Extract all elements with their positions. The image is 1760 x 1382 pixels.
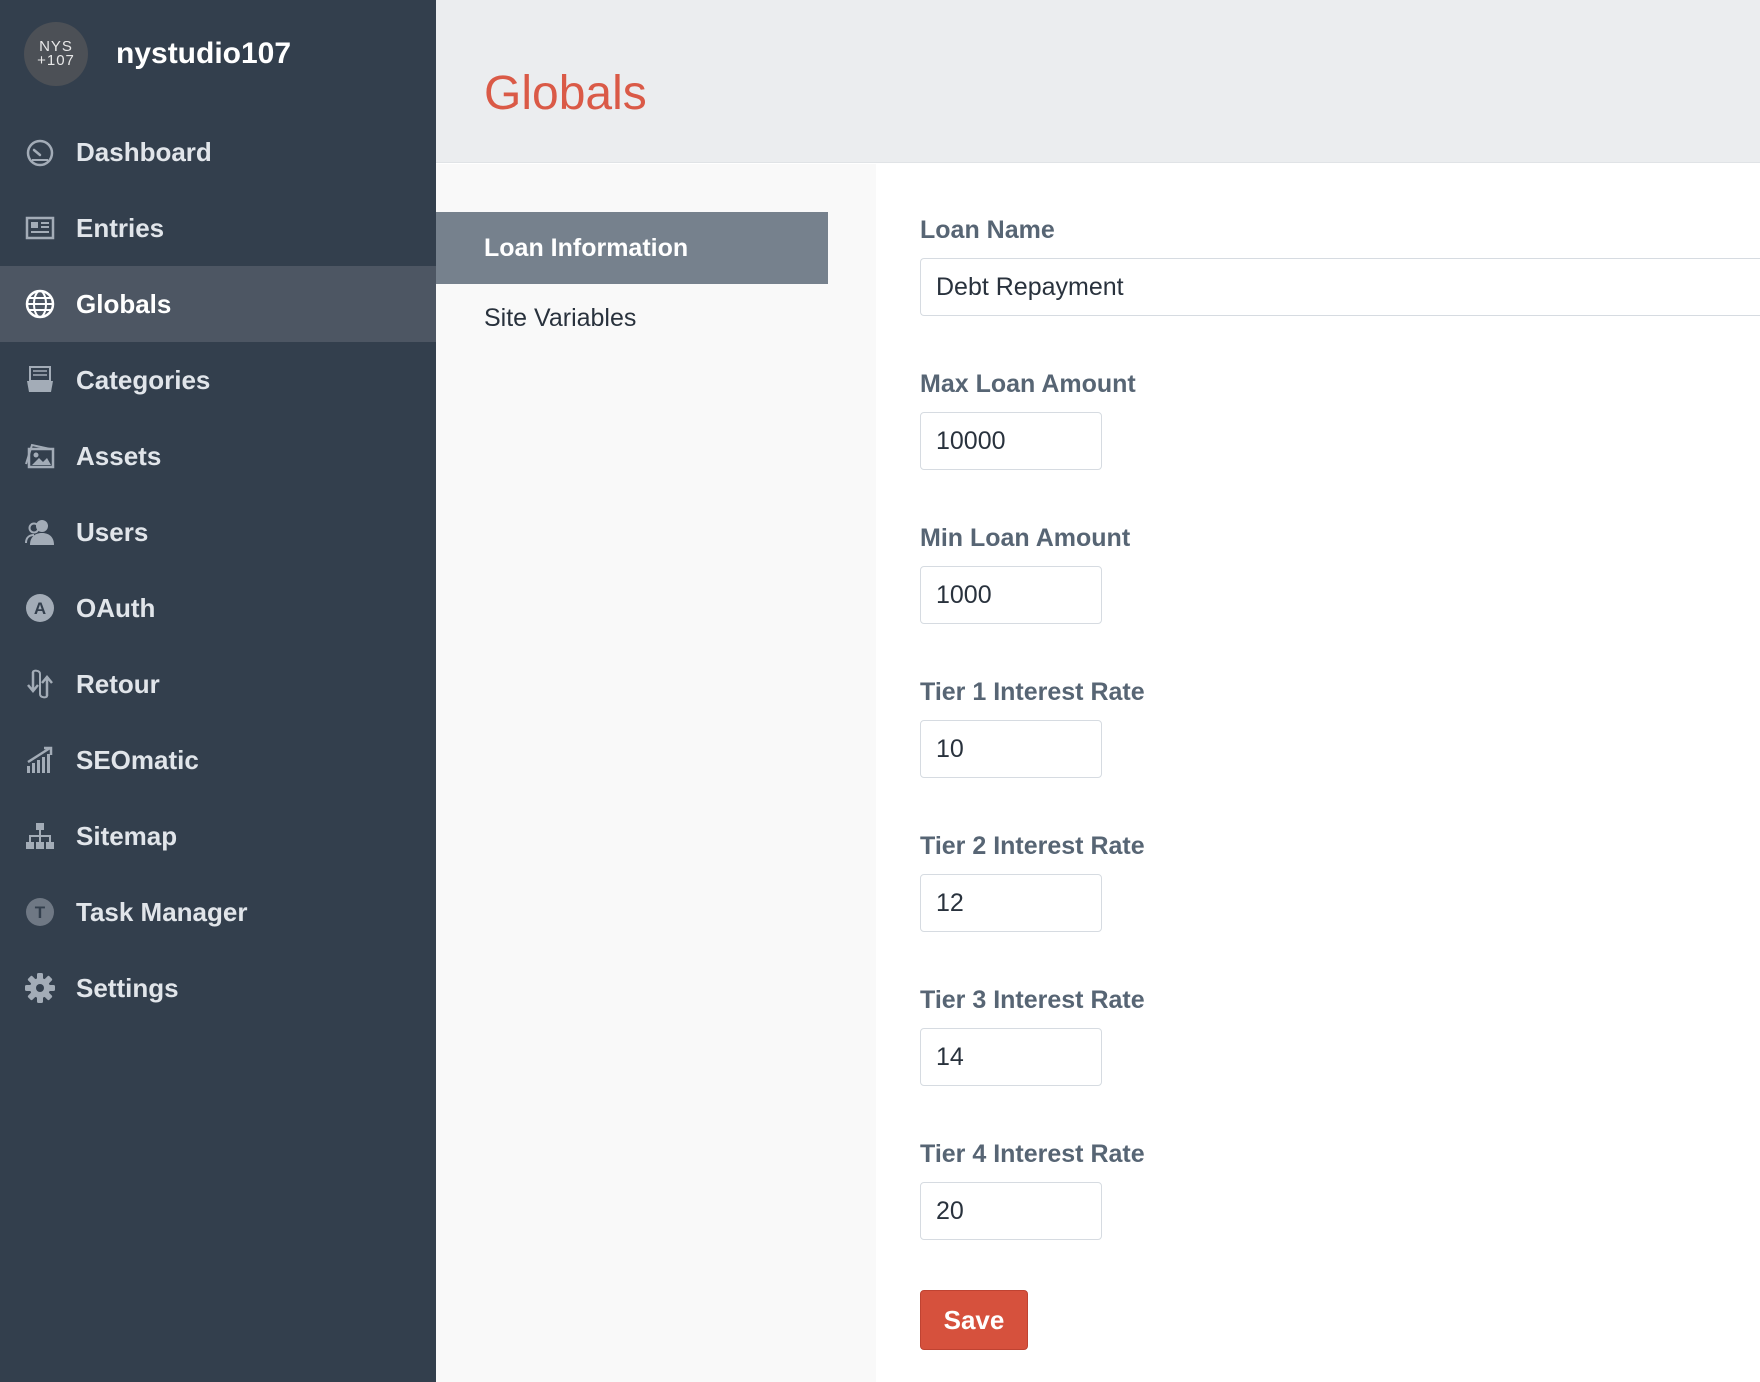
nav-item-dashboard[interactable]: Dashboard — [0, 114, 436, 190]
svg-text:T: T — [35, 903, 46, 922]
nav-item-retour[interactable]: Retour — [0, 646, 436, 722]
nav-label: Users — [76, 516, 149, 547]
entries-icon — [24, 212, 56, 244]
nav-item-categories[interactable]: Categories — [0, 342, 436, 418]
brand[interactable]: NYS +107 nystudio107 — [24, 22, 291, 86]
categories-icon — [24, 364, 56, 396]
nav-label: Task Manager — [76, 896, 248, 927]
page-header: Globals — [436, 0, 1760, 163]
tier-2-interest-rate-label: Tier 2 Interest Rate — [920, 832, 1145, 860]
globals-form: Loan Name Max Loan Amount Min Loan Amoun… — [876, 164, 1760, 1382]
retour-icon — [24, 668, 56, 700]
nav-item-oauth[interactable]: A OAuth — [0, 570, 436, 646]
tier-4-interest-rate-input[interactable] — [920, 1182, 1102, 1240]
tier-3-interest-rate-label: Tier 3 Interest Rate — [920, 986, 1145, 1014]
sitemap-icon — [24, 820, 56, 852]
nav-label: Assets — [76, 440, 162, 471]
min-loan-amount-input[interactable] — [920, 566, 1102, 624]
nav-label: Entries — [76, 212, 165, 243]
seomatic-icon — [24, 744, 56, 776]
logo-line-2: +107 — [37, 52, 75, 69]
task-manager-icon: T — [24, 896, 56, 928]
max-loan-amount-label: Max Loan Amount — [920, 370, 1136, 398]
loan-name-label: Loan Name — [920, 216, 1055, 244]
max-loan-amount-input[interactable] — [920, 412, 1102, 470]
tier-3-interest-rate-input[interactable] — [920, 1028, 1102, 1086]
subnav-item-loan-information[interactable]: Loan Information — [436, 212, 828, 284]
page-title: Globals — [484, 67, 647, 120]
nav-label: Dashboard — [76, 136, 212, 167]
site-name[interactable]: nystudio107 — [116, 37, 291, 71]
subnav-item-site-variables[interactable]: Site Variables — [436, 282, 828, 354]
nav-label: Retour — [76, 668, 160, 699]
gear-icon — [24, 972, 56, 1004]
oauth-icon: A — [24, 592, 56, 624]
nav-label: Settings — [76, 972, 179, 1003]
nav-item-settings[interactable]: Settings — [0, 950, 436, 1026]
assets-icon — [24, 440, 56, 472]
users-icon — [24, 516, 56, 548]
nav-item-globals[interactable]: Globals — [0, 266, 436, 342]
sidebar: NYS +107 nystudio107 Dashboard Entries G… — [0, 0, 436, 1382]
nav-label: OAuth — [76, 592, 156, 623]
nav-label: Globals — [76, 288, 172, 319]
tier-1-interest-rate-input[interactable] — [920, 720, 1102, 778]
tier-1-interest-rate-label: Tier 1 Interest Rate — [920, 678, 1145, 706]
dashboard-icon — [24, 136, 56, 168]
save-button[interactable]: Save — [920, 1290, 1028, 1350]
main-nav: Dashboard Entries Globals Categories Ass… — [0, 114, 436, 1026]
min-loan-amount-label: Min Loan Amount — [920, 524, 1131, 552]
tier-2-interest-rate-input[interactable] — [920, 874, 1102, 932]
nav-item-entries[interactable]: Entries — [0, 190, 436, 266]
svg-text:A: A — [34, 599, 46, 618]
site-logo[interactable]: NYS +107 — [24, 22, 88, 86]
nav-label: Categories — [76, 364, 211, 395]
tier-4-interest-rate-label: Tier 4 Interest Rate — [920, 1140, 1145, 1168]
nav-item-assets[interactable]: Assets — [0, 418, 436, 494]
nav-label: Sitemap — [76, 820, 178, 851]
loan-name-input[interactable] — [920, 258, 1760, 316]
nav-item-seomatic[interactable]: SEOmatic — [0, 722, 436, 798]
nav-label: SEOmatic — [76, 744, 199, 775]
nav-item-users[interactable]: Users — [0, 494, 436, 570]
nav-item-sitemap[interactable]: Sitemap — [0, 798, 436, 874]
nav-item-task-manager[interactable]: T Task Manager — [0, 874, 436, 950]
globe-icon — [24, 288, 56, 320]
global-sets-nav: Loan Information Site Variables — [436, 164, 876, 1382]
